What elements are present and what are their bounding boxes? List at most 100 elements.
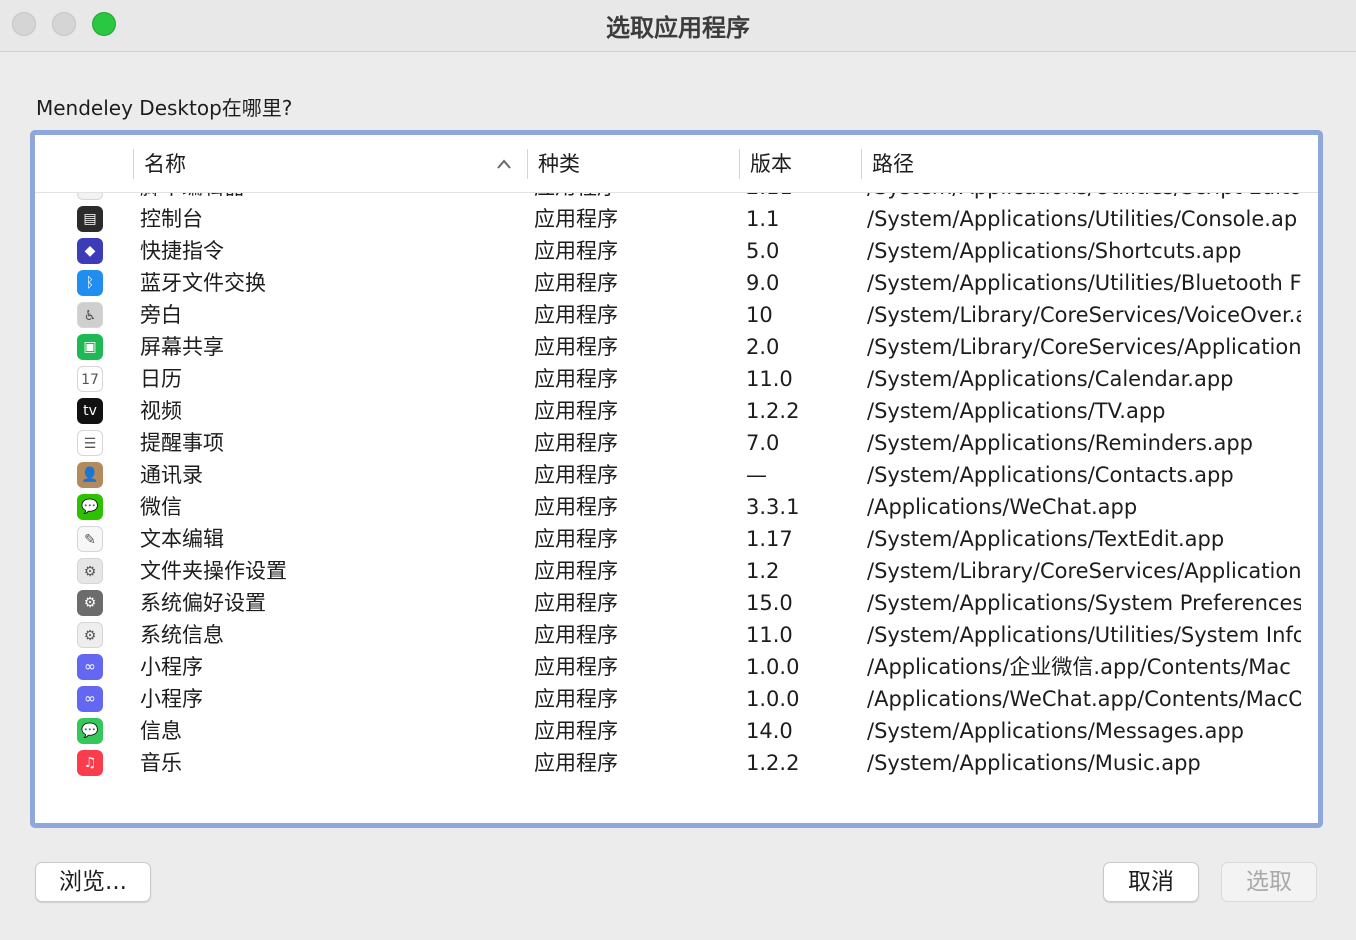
row-kind: 应用程序 bbox=[534, 207, 618, 231]
row-path: /System/Library/CoreServices/VoiceOver.a bbox=[867, 303, 1301, 327]
table-row[interactable]: tv 视频 应用程序 1.2.2/System/Applications/TV.app bbox=[35, 395, 1318, 427]
row-name: 提醒事项 bbox=[140, 431, 224, 455]
row-name: 屏幕共享 bbox=[140, 335, 224, 359]
row-kind: 应用程序 bbox=[534, 687, 618, 711]
row-version: 9.0 bbox=[746, 271, 780, 295]
table-row[interactable]: ✎ 文本编辑 应用程序 1.17/System/Applications/TextEd… bbox=[35, 523, 1318, 555]
table-row[interactable]: ⚙ 系统信息 应用程序 11.0/System/Applications/Utilit… bbox=[35, 619, 1318, 651]
sort-ascending-icon[interactable] bbox=[497, 159, 511, 169]
mini-program-icon: ∞ bbox=[77, 686, 103, 712]
table-row[interactable]: 💬 微信 应用程序 3.3.1/Applications/WeChat.app bbox=[35, 491, 1318, 523]
table-row[interactable]: ♫ 音乐 应用程序 1.2.2/System/Applications/Music.a… bbox=[35, 747, 1318, 779]
row-name: 系统偏好设置 bbox=[140, 591, 266, 615]
table-row[interactable]: ∞ 小程序 应用程序 1.0.0/Applications/企业微信.app/Cont… bbox=[35, 651, 1318, 683]
row-version: 1.2 bbox=[746, 559, 780, 583]
row-version: 7.0 bbox=[746, 431, 780, 455]
column-separator[interactable] bbox=[527, 149, 528, 179]
row-version: 1.2.2 bbox=[746, 399, 800, 423]
row-path: /System/Applications/Shortcuts.app bbox=[867, 239, 1242, 263]
row-kind: 应用程序 bbox=[534, 751, 618, 775]
row-kind: 应用程序 bbox=[534, 655, 618, 679]
row-kind: 应用程序 bbox=[534, 623, 618, 647]
row-path: /System/Library/CoreServices/Application bbox=[867, 559, 1301, 583]
voiceover-icon: ♿ bbox=[77, 302, 103, 328]
table-row[interactable]: ∞ 小程序 应用程序 1.0.0/Applications/WeChat.app/Co… bbox=[35, 683, 1318, 715]
table-row[interactable]: ▣ 屏幕共享 应用程序 2.0/System/Library/CoreServices… bbox=[35, 331, 1318, 363]
choose-button[interactable]: 选取 bbox=[1221, 862, 1317, 902]
table-row[interactable]: ☰ 提醒事项 应用程序 7.0/System/Applications/Reminde… bbox=[35, 427, 1318, 459]
table-row[interactable]: ᛒ 蓝牙文件交换 应用程序 9.0/System/Applications/Utili… bbox=[35, 267, 1318, 299]
row-kind: 应用程序 bbox=[534, 271, 618, 295]
reminders-icon: ☰ bbox=[77, 430, 103, 456]
music-icon: ♫ bbox=[77, 750, 103, 776]
column-separator[interactable] bbox=[861, 149, 862, 179]
table-row[interactable]: 💬 信息 应用程序 14.0/System/Applications/Messages… bbox=[35, 715, 1318, 747]
row-version: 2.0 bbox=[746, 335, 780, 359]
row-version: 1.0.0 bbox=[746, 655, 800, 679]
row-version: 11.0 bbox=[746, 623, 793, 647]
system-information-icon: ⚙ bbox=[77, 622, 103, 648]
messages-icon: 💬 bbox=[77, 718, 103, 744]
table-row[interactable]: ♿ 旁白 应用程序 10/System/Library/CoreServices/Vo… bbox=[35, 299, 1318, 331]
row-kind: 应用程序 bbox=[534, 463, 618, 487]
row-version: — bbox=[746, 463, 767, 487]
table-row[interactable]: ▤ 控制台 应用程序 1.1/System/Applications/Utilitie… bbox=[35, 203, 1318, 235]
row-kind: 应用程序 bbox=[534, 591, 618, 615]
row-kind: 应用程序 bbox=[534, 719, 618, 743]
row-kind: 应用程序 bbox=[534, 559, 618, 583]
prompt-label: Mendeley Desktop在哪里? bbox=[36, 96, 293, 120]
row-path: /System/Applications/Utilities/Console.a… bbox=[867, 207, 1298, 231]
console-icon: ▤ bbox=[77, 206, 103, 232]
row-path: /System/Applications/Contacts.app bbox=[867, 463, 1234, 487]
row-version: 5.0 bbox=[746, 239, 780, 263]
row-version: 10 bbox=[746, 303, 773, 327]
row-name: 日历 bbox=[140, 367, 182, 391]
table-row[interactable]: 👤 通讯录 应用程序 — /System/Applications/Contacts.a… bbox=[35, 459, 1318, 491]
row-name: 小程序 bbox=[140, 687, 203, 711]
row-version: 1.2.2 bbox=[746, 751, 800, 775]
row-version: 3.3.1 bbox=[746, 495, 800, 519]
row-version: 1.17 bbox=[746, 527, 793, 551]
browse-button[interactable]: 浏览... bbox=[35, 862, 151, 902]
cancel-button[interactable]: 取消 bbox=[1103, 862, 1199, 902]
table-row[interactable]: 17 日历 应用程序 11.0/System/Applications/Calenda… bbox=[35, 363, 1318, 395]
folder-actions-icon: ⚙ bbox=[77, 558, 103, 584]
application-list[interactable]: 名称 种类 版本 路径 ✒脚本编辑器应用程序2.11/System/Applic… bbox=[30, 130, 1323, 828]
row-name: 蓝牙文件交换 bbox=[140, 271, 266, 295]
table-row[interactable]: ◆ 快捷指令 应用程序 5.0/System/Applications/Shortcu… bbox=[35, 235, 1318, 267]
contacts-icon: 👤 bbox=[77, 462, 103, 488]
table-row[interactable]: ⚙ 文件夹操作设置 应用程序 1.2/System/Library/CoreServi… bbox=[35, 555, 1318, 587]
row-name: 信息 bbox=[140, 719, 182, 743]
row-kind: 应用程序 bbox=[534, 335, 618, 359]
row-path: /System/Applications/Reminders.app bbox=[867, 431, 1254, 455]
row-name: 音乐 bbox=[140, 751, 182, 775]
row-name: 系统信息 bbox=[140, 623, 224, 647]
row-name: 通讯录 bbox=[140, 463, 203, 487]
column-header-kind[interactable]: 种类 bbox=[538, 135, 580, 193]
screen-sharing-icon: ▣ bbox=[77, 334, 103, 360]
table-row[interactable]: ⚙ 系统偏好设置 应用程序 15.0/System/Applications/Syst… bbox=[35, 587, 1318, 619]
row-name: 视频 bbox=[140, 399, 182, 423]
row-kind: 应用程序 bbox=[534, 495, 618, 519]
row-kind: 应用程序 bbox=[534, 431, 618, 455]
column-separator[interactable] bbox=[739, 149, 740, 179]
row-path: /Applications/企业微信.app/Contents/Mac bbox=[867, 655, 1291, 679]
row-kind: 应用程序 bbox=[534, 527, 618, 551]
row-version: 14.0 bbox=[746, 719, 793, 743]
column-header-name[interactable]: 名称 bbox=[144, 135, 186, 193]
row-path: /System/Applications/TextEdit.app bbox=[867, 527, 1225, 551]
title-bar: 选取应用程序 bbox=[0, 0, 1356, 52]
column-separator bbox=[133, 149, 134, 179]
row-kind: 应用程序 bbox=[534, 399, 618, 423]
row-name: 控制台 bbox=[140, 207, 203, 231]
column-header-version[interactable]: 版本 bbox=[750, 135, 792, 193]
column-header-path[interactable]: 路径 bbox=[872, 135, 914, 193]
row-version: 11.0 bbox=[746, 367, 793, 391]
row-kind: 应用程序 bbox=[534, 303, 618, 327]
tv-icon: tv bbox=[77, 398, 103, 424]
row-version: 1.0.0 bbox=[746, 687, 800, 711]
system-preferences-icon: ⚙ bbox=[77, 590, 103, 616]
textedit-icon: ✎ bbox=[77, 526, 103, 552]
list-header: 名称 种类 版本 路径 bbox=[35, 135, 1318, 193]
wechat-icon: 💬 bbox=[77, 494, 103, 520]
